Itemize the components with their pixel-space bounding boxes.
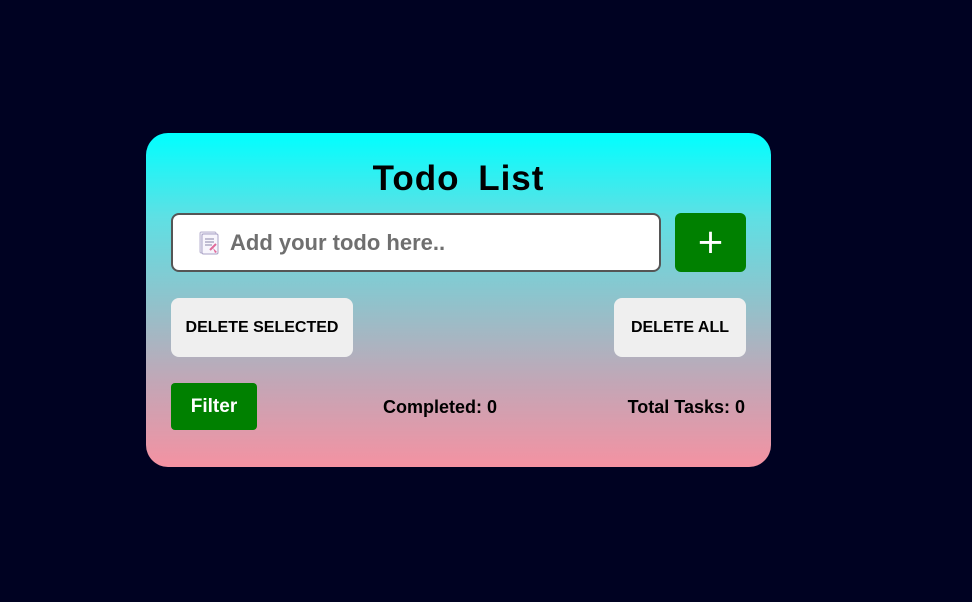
add-todo-button[interactable]: + <box>675 213 746 272</box>
page-title: Todo List <box>372 159 545 198</box>
todo-input-wrapper[interactable] <box>171 213 661 272</box>
completed-count: Completed: 0 <box>383 397 498 417</box>
note-icon <box>199 231 219 254</box>
total-tasks-count: Total Tasks: 0 <box>627 397 745 417</box>
todo-input[interactable] <box>230 229 630 256</box>
delete-selected-button[interactable]: DELETE SELECTED <box>171 298 353 357</box>
todo-card: Todo List + DELETE SELECTED DELETE ALL F… <box>146 133 771 467</box>
delete-all-button[interactable]: DELETE ALL <box>614 298 746 357</box>
filter-button[interactable]: Filter <box>171 383 257 430</box>
